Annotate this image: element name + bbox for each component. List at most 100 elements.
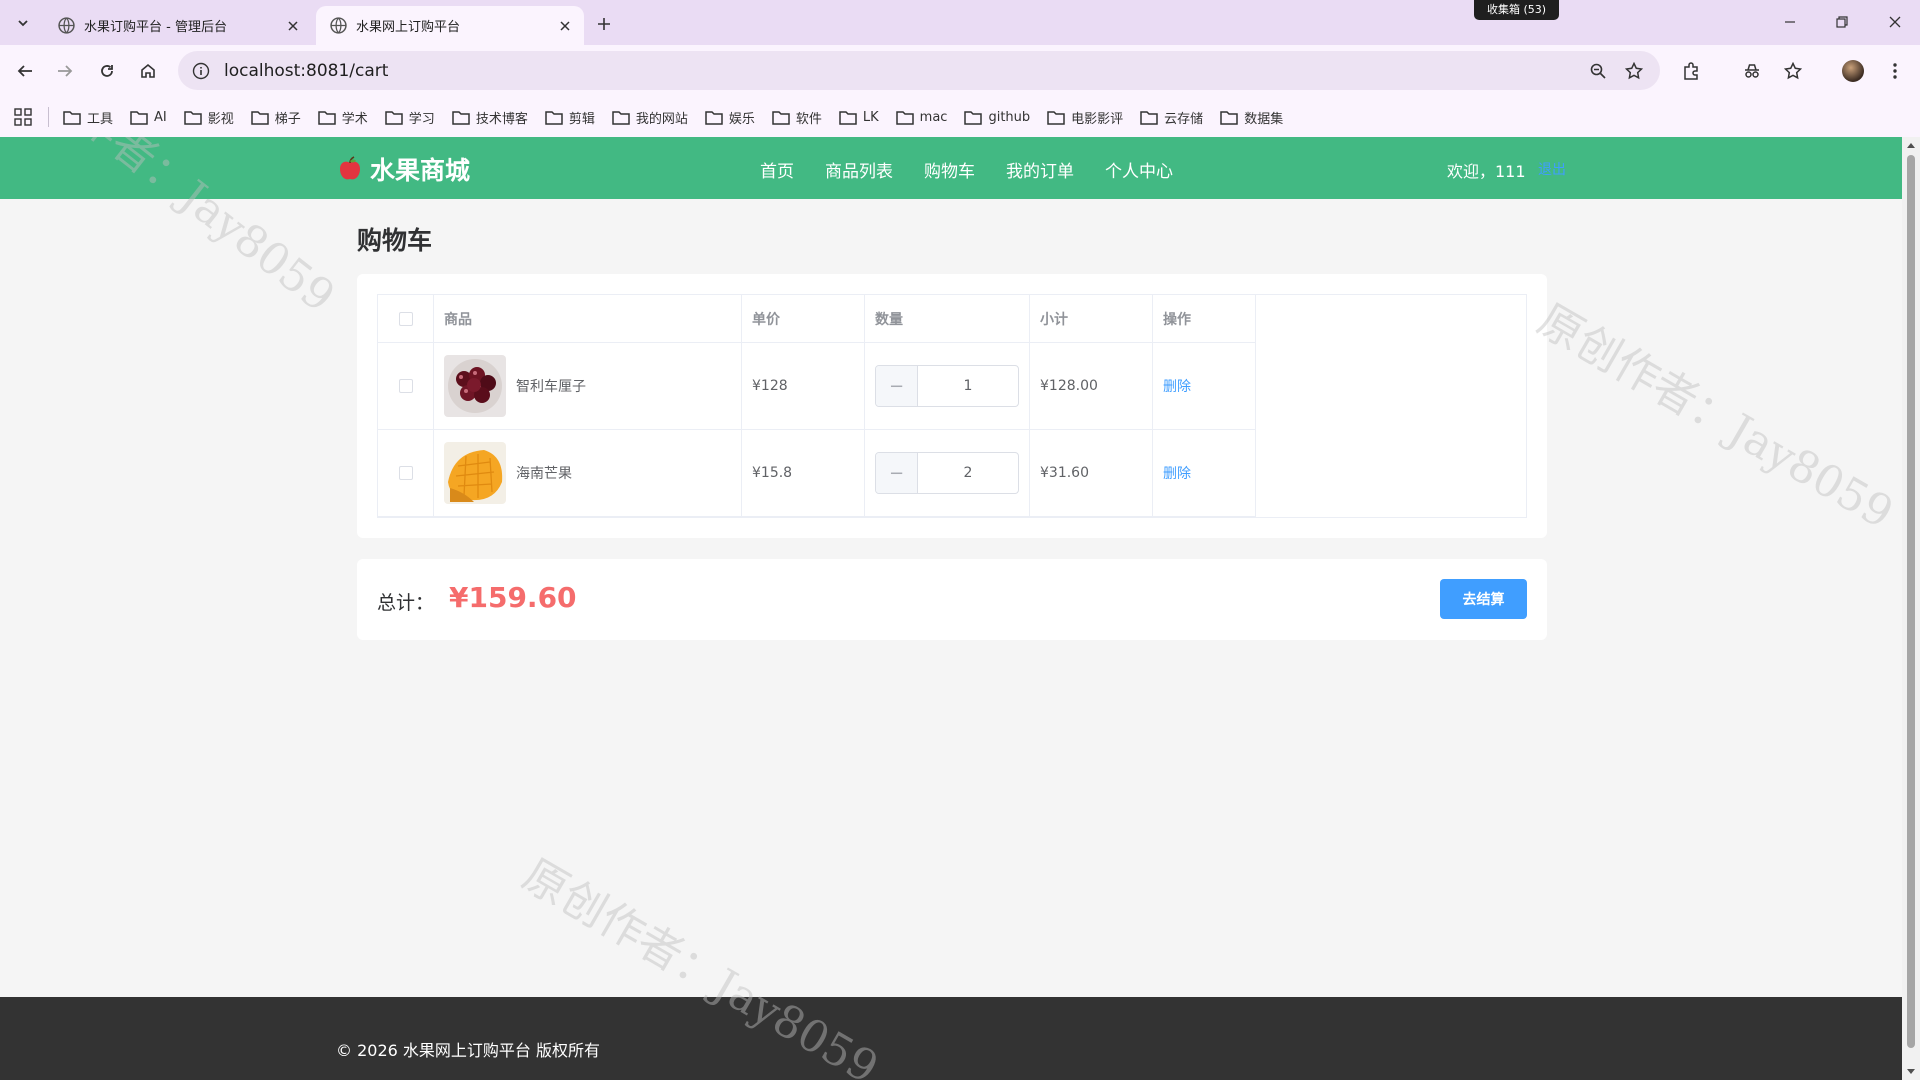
table-header-row: 商品 单价 数量 小计 操作 [377, 294, 1256, 343]
bookmark-label: 云存储 [1164, 111, 1204, 127]
nav-orders[interactable]: 我的订单 [1006, 157, 1074, 182]
bookmark-folder[interactable]: 梯子 [251, 108, 301, 127]
bookmark-folder[interactable]: 剪辑 [545, 108, 595, 127]
bookmark-folder[interactable]: 技术博客 [452, 108, 528, 127]
minimize-button[interactable] [1767, 8, 1813, 36]
subtotal: ¥128.00 [1029, 342, 1153, 430]
zoom-icon[interactable] [1586, 59, 1610, 83]
nav-profile[interactable]: 个人中心 [1105, 157, 1173, 182]
forward-button[interactable] [51, 57, 79, 85]
bookmark-folder[interactable]: 云存储 [1140, 108, 1203, 127]
folder-icon [184, 110, 202, 125]
close-window-button[interactable] [1872, 8, 1918, 36]
url-text[interactable]: localhost:8081/cart [224, 61, 1574, 81]
bookmark-label: 梯子 [274, 111, 301, 127]
collection-badge[interactable]: 收集箱 (53) [1474, 0, 1560, 20]
quantity-stepper[interactable]: − 1 [875, 365, 1019, 407]
bookmark-folder[interactable]: 电影影评 [1047, 108, 1123, 127]
bookmark-folder[interactable]: 工具 [63, 108, 113, 127]
incognito-button[interactable] [1738, 57, 1766, 85]
back-button[interactable] [11, 57, 39, 85]
restore-icon [1836, 16, 1848, 28]
folder-icon [130, 110, 148, 125]
quantity-input[interactable]: 2 [918, 453, 1018, 493]
nav-home[interactable]: 首页 [760, 157, 794, 182]
apps-grid-icon[interactable] [14, 108, 32, 126]
delete-link[interactable]: 删除 [1163, 379, 1191, 395]
bookmark-folder[interactable]: mac [895, 108, 947, 127]
minimize-icon [1785, 21, 1795, 23]
tab-fruit-platform[interactable]: 水果网上订购平台 [316, 6, 584, 45]
site-logo[interactable]: 水果商城 [338, 151, 470, 187]
unit-price: ¥128 [741, 342, 865, 430]
arrow-right-icon [58, 65, 73, 77]
logout-link[interactable]: 退出 [1538, 159, 1566, 179]
delete-link[interactable]: 删除 [1163, 466, 1191, 482]
bookmark-folder[interactable]: 数据集 [1220, 108, 1283, 127]
row-checkbox[interactable] [398, 466, 413, 480]
reload-icon [101, 65, 113, 77]
product-name: 海南芒果 [516, 466, 572, 482]
select-all-checkbox[interactable] [398, 311, 413, 326]
folder-icon [385, 110, 403, 125]
extensions-button[interactable] [1677, 57, 1705, 85]
bookmark-folder[interactable]: LK [839, 108, 879, 127]
restore-button[interactable] [1819, 8, 1865, 36]
tab-admin[interactable]: 水果订购平台 - 管理后台 [44, 6, 312, 45]
decrease-button[interactable]: − [876, 453, 918, 493]
reload-button[interactable] [93, 57, 121, 85]
bookmark-folder[interactable]: github [964, 108, 1030, 127]
decrease-button[interactable]: − [876, 366, 918, 406]
page-scrollbar[interactable] [1902, 137, 1920, 1080]
info-icon[interactable] [192, 62, 210, 80]
scroll-up-icon[interactable] [1906, 141, 1916, 151]
tab-title: 水果网上订购平台 [356, 20, 461, 35]
page-viewport: 水果商城 首页 商品列表 购物车 我的订单 个人中心 欢迎，111 退出 购物车… [0, 137, 1902, 1080]
folder-icon [1140, 110, 1158, 125]
bookmark-folder[interactable]: 我的网站 [612, 108, 688, 127]
row-checkbox[interactable] [398, 379, 413, 393]
folder-icon [452, 110, 470, 125]
arrow-left-icon [17, 65, 32, 77]
subtotal: ¥31.60 [1029, 429, 1153, 517]
checkout-button[interactable]: 去结算 [1440, 579, 1527, 619]
quantity-stepper[interactable]: − 2 [875, 452, 1019, 494]
folder-icon [705, 110, 723, 125]
bookmark-label: 学习 [408, 111, 435, 127]
menu-button[interactable] [1881, 57, 1909, 85]
close-tab-icon[interactable] [284, 17, 302, 35]
close-tab-icon[interactable] [556, 17, 574, 35]
address-bar[interactable]: localhost:8081/cart [178, 51, 1660, 90]
bookmark-star-icon[interactable] [1622, 59, 1646, 83]
nav-products[interactable]: 商品列表 [825, 157, 893, 182]
folder-icon [839, 110, 857, 125]
globe-icon [330, 17, 347, 34]
site-logo-text: 水果商城 [370, 156, 471, 185]
folder-icon [772, 110, 790, 125]
bookmark-folder[interactable]: 影视 [184, 108, 234, 127]
bookmark-label: 娱乐 [728, 111, 755, 127]
tab-strip: 水果订购平台 - 管理后台 水果网上订购平台 收集箱 (53) [0, 0, 1920, 45]
bookmark-folder[interactable]: AI [130, 108, 167, 127]
favorites-button[interactable] [1779, 57, 1807, 85]
incognito-icon [1745, 64, 1759, 78]
bookmark-label: AI [154, 109, 167, 125]
bookmark-folder[interactable]: 学习 [385, 108, 435, 127]
bookmark-folder[interactable]: 软件 [772, 108, 822, 127]
nav-cart[interactable]: 购物车 [924, 157, 975, 182]
apple-icon [340, 156, 360, 180]
new-tab-button[interactable] [592, 12, 616, 36]
total-label: 总计： [377, 592, 435, 614]
bookmark-folder[interactable]: 学术 [318, 108, 368, 127]
quantity-input[interactable]: 1 [918, 366, 1018, 406]
bookmark-folder[interactable]: 娱乐 [705, 108, 755, 127]
tab-search-button[interactable] [11, 11, 35, 35]
scroll-down-icon[interactable] [1906, 1066, 1916, 1076]
bookmark-list: 工具 AI 影视 梯子 学术 学习 技术博客 剪辑 我的网站 娱乐 软件 LK mac github 电影影… [63, 108, 1300, 127]
bookmark-label: LK [862, 109, 879, 125]
profile-avatar[interactable] [1842, 60, 1864, 82]
home-button[interactable] [134, 57, 162, 85]
folder-icon [251, 110, 269, 125]
scrollbar-thumb[interactable] [1907, 155, 1915, 1048]
column-header-price: 单价 [741, 294, 865, 343]
